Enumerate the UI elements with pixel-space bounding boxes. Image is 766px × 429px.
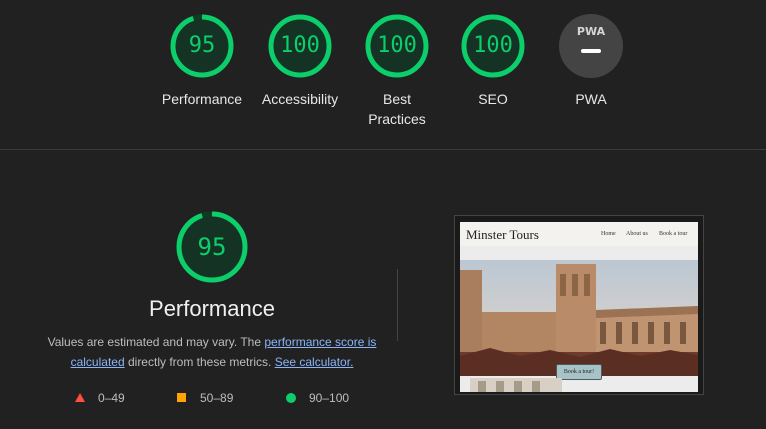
site-header: Minster Tours Home About us Book a tour <box>460 222 698 246</box>
score-ring: 100 <box>365 14 429 78</box>
score-value: 100 <box>377 33 417 58</box>
desc-middle: directly from these metrics. <box>124 355 275 369</box>
score-ring: 100 <box>268 14 332 78</box>
performance-title: Performance <box>149 296 275 321</box>
gauge-label: PWA <box>575 91 607 107</box>
section-divider <box>0 149 766 150</box>
site-nav-item: Home <box>601 231 616 237</box>
cathedral-image <box>460 260 698 376</box>
pwa-badge-icon: PWA <box>559 14 623 78</box>
see-calculator-link[interactable]: See calculator. <box>275 355 354 369</box>
site-nav-item: About us <box>626 231 648 237</box>
score-value: 100 <box>280 33 320 58</box>
pwa-badge-text: PWA <box>576 25 606 38</box>
interior-image <box>470 378 562 392</box>
legend-range: 90–100 <box>309 391 350 405</box>
legend-range: 0–49 <box>98 391 125 405</box>
square-icon <box>177 393 186 402</box>
site-preview: Minster Tours Home About us Book a tour <box>460 222 698 392</box>
desc-prefix: Values are estimated and may vary. The <box>47 335 265 349</box>
site-brand: Minster Tours <box>466 227 539 242</box>
page-screenshot[interactable]: Minster Tours Home About us Book a tour <box>454 215 704 395</box>
score-value: 95 <box>188 33 216 58</box>
gauge-pwa[interactable]: PWA PWA <box>531 14 651 109</box>
performance-description: Values are estimated and may vary. The p… <box>44 332 380 372</box>
score-ring: 100 <box>461 14 525 78</box>
performance-score-value: 95 <box>197 233 227 261</box>
triangle-icon <box>75 393 85 402</box>
site-nav-item: Book a tour <box>659 231 688 237</box>
score-value: 100 <box>473 33 513 58</box>
site-book-button: Book a tour! <box>556 364 602 380</box>
vertical-separator <box>397 269 398 341</box>
performance-score-ring: 95 <box>176 211 248 283</box>
dash-icon <box>581 49 601 53</box>
legend-range: 50–89 <box>200 391 234 405</box>
lighthouse-report: 95 Performance 100 Accessibility 100 Bes… <box>0 0 766 429</box>
score-ring: 95 <box>170 14 234 78</box>
circle-icon <box>286 393 296 403</box>
gauge-label: Best Practices <box>368 91 426 127</box>
